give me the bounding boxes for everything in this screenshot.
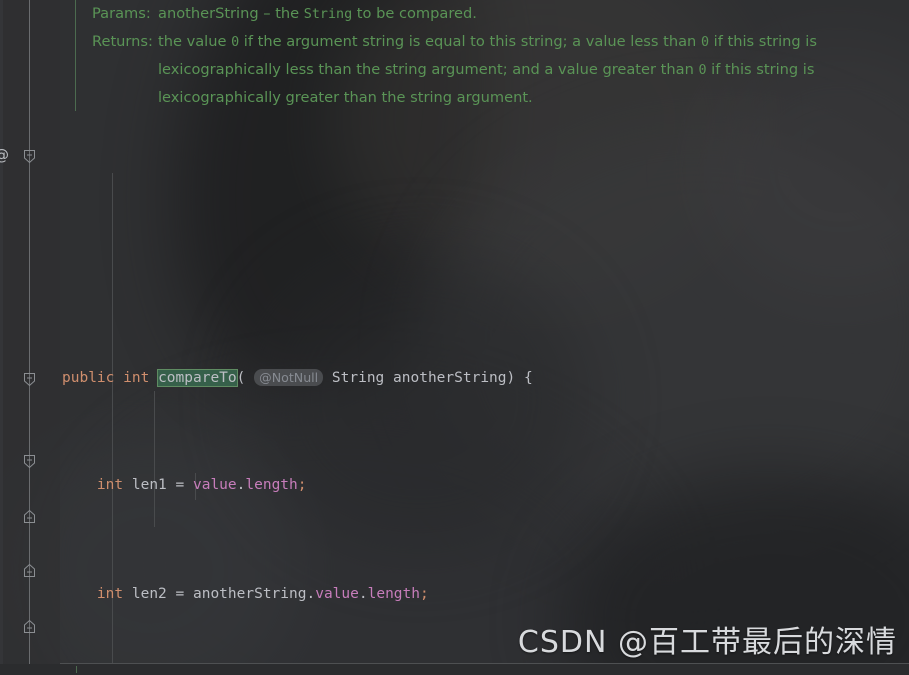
javadoc-returns-mid-2: if this string is [709,33,817,50]
token-var-len1: len1 [131,477,167,494]
token-obj-anotherString: anotherString [192,586,307,603]
token-param-name: anotherString [393,369,507,386]
code-editor-window: @ [0,0,909,675]
token-field-length: length [245,477,298,494]
code-line-len2[interactable]: int len2 = anotherString.value.length; [62,581,909,608]
javadoc-returns-line2: lexicographically less than the string a… [92,56,905,84]
annotation-icon[interactable]: @ [0,146,12,164]
fold-expanded-start-icon[interactable] [21,371,38,388]
fold-expanded-start-icon[interactable] [21,453,38,470]
token-brace-open: { [524,369,533,386]
token-var-len2: len2 [131,586,167,603]
bottom-strip [0,664,909,675]
javadoc-param-tail: to be compared. [352,5,477,22]
javadoc-returns-row: Returns: the value 0 if the argument str… [92,28,905,56]
javadoc-returns-zero-3: 0 [698,63,707,78]
javadoc-returns-line2-tail: if this string is [706,61,815,78]
javadoc-params-body: anotherString – the String to be compare… [158,0,905,28]
fold-expanded-end-icon[interactable] [21,562,38,579]
javadoc-returns-pre: the value [158,33,232,50]
token-field-length: length [367,586,420,603]
javadoc-param-dash: – the [258,5,304,22]
token-method-name-compareTo[interactable]: compareTo [157,368,238,387]
indent-guide [154,391,155,527]
javadoc-returns-body: the value 0 if the argument string is eq… [158,28,905,56]
fold-expanded-start-icon[interactable] [21,148,38,165]
token-int: int [96,477,124,494]
editor-text-area[interactable]: Params: anotherString – the String to be… [42,0,909,675]
token-int: int [96,586,124,603]
javadoc-param-name: anotherString [158,5,259,22]
code-line-len1[interactable]: int len1 = value.length; [62,472,909,499]
javadoc-returns-line3-text: lexicographically greater than the strin… [158,89,533,106]
code-line-signature[interactable]: public int compareTo( @NotNull String an… [62,364,909,391]
csdn-watermark: CSDN @百工带最后的深情 [517,625,897,660]
token-field-value: value [192,477,237,494]
javadoc-param-type: String [303,7,353,22]
javadoc-params-label: Params: [92,5,151,22]
javadoc-returns-label: Returns: [92,33,153,50]
javadoc-returns-zero-1: 0 [231,35,240,50]
token-paren-open: ( [236,369,246,386]
javadoc-returns-line2-text: lexicographically less than the string a… [158,61,699,78]
javadoc-returns-zero-2: 0 [700,35,710,50]
code-folding-strip[interactable] [18,0,42,675]
inlay-hint-notnull[interactable]: @NotNull [254,368,324,386]
javadoc-returns-line3: lexicographically greater than the strin… [92,84,905,111]
javadoc-returns-mid-1: if the argument string is equal to this … [239,33,701,50]
token-public: public [62,369,115,386]
bottom-marker-tick [76,666,77,673]
token-int: int [123,369,150,386]
javadoc-doc-comment: Params: anotherString – the String to be… [75,0,905,111]
code-block[interactable]: public int compareTo( @NotNull String an… [62,146,909,675]
token-paren-close: ) [506,369,516,386]
token-param-type-String: String [331,369,385,386]
fold-expanded-end-icon[interactable] [21,618,38,635]
javadoc-params-row: Params: anotherString – the String to be… [92,0,905,28]
fold-expanded-end-icon[interactable] [21,508,38,525]
token-field-value: value [315,586,359,603]
